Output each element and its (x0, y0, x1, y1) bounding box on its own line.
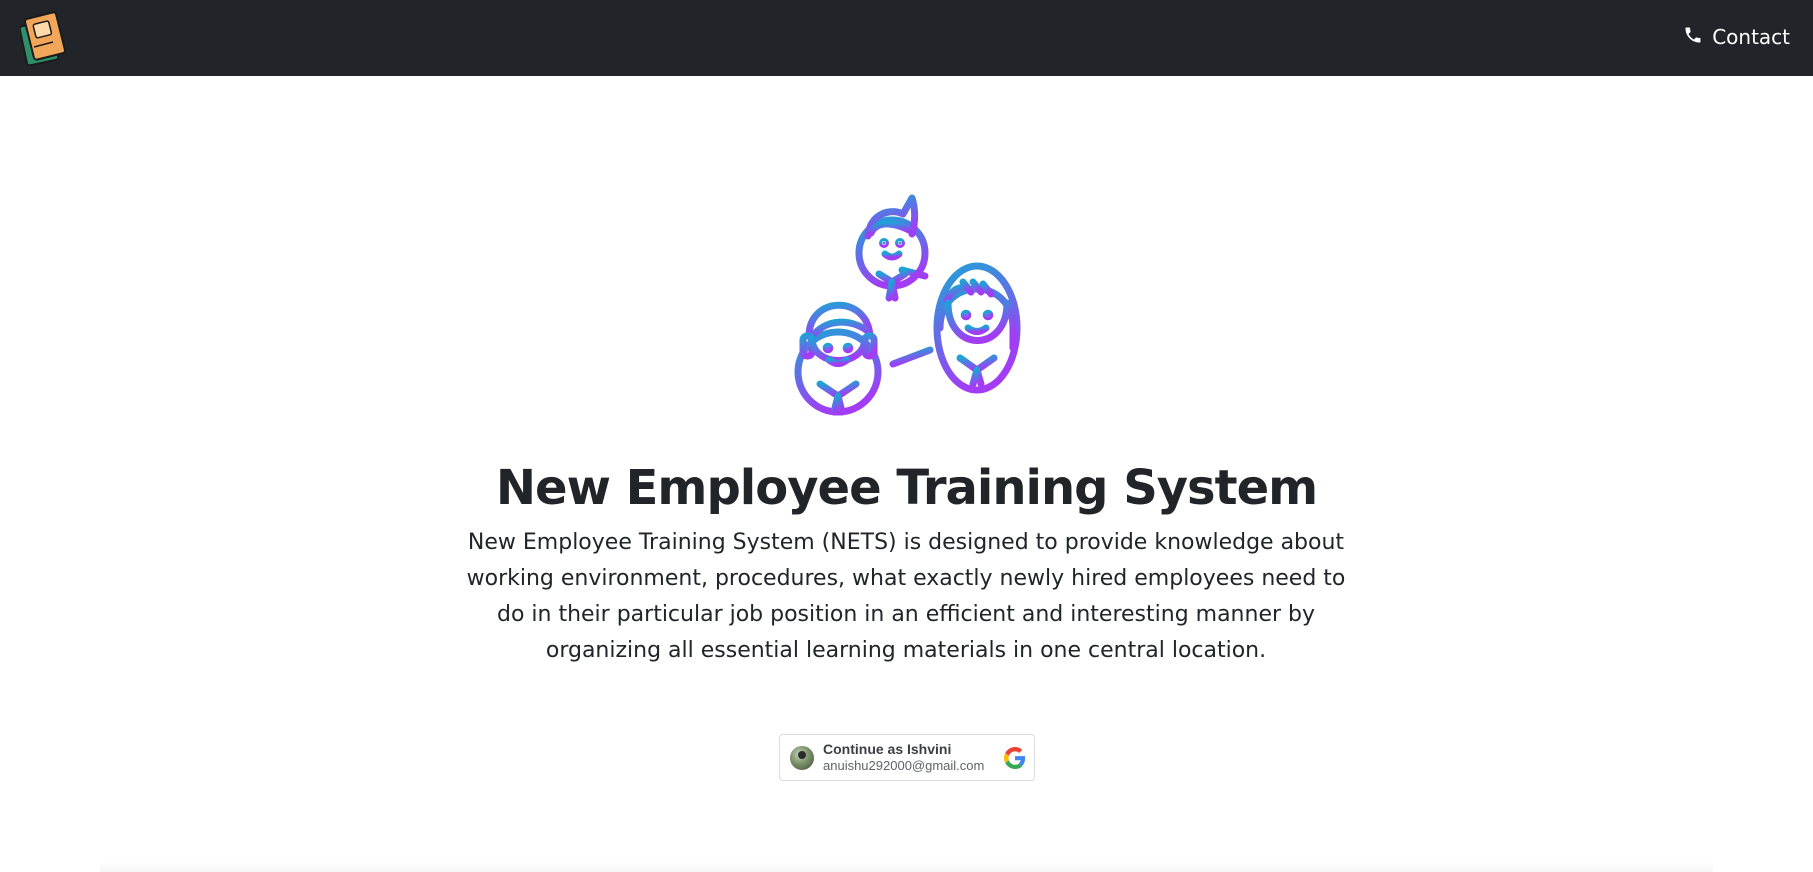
phone-icon (1683, 25, 1703, 50)
google-signin-button[interactable]: Continue as Ishvini anuishu292000@gmail.… (779, 734, 1035, 781)
top-navbar: Contact (0, 0, 1813, 76)
page-title: New Employee Training System (495, 460, 1318, 516)
account-email: anuishu292000@gmail.com (823, 758, 985, 773)
team-people-icon (785, 188, 1029, 432)
hero-description: New Employee Training System (NETS) is d… (466, 530, 1346, 663)
section-divider (100, 862, 1713, 872)
books-icon[interactable] (18, 9, 68, 67)
contact-label: Contact (1712, 25, 1790, 49)
avatar (790, 745, 814, 770)
account-info: Continue as Ishvini anuishu292000@gmail.… (823, 741, 998, 774)
continue-as-label: Continue as Ishvini (823, 741, 952, 757)
google-icon (1004, 746, 1026, 769)
contact-link[interactable]: Contact (1683, 22, 1790, 52)
